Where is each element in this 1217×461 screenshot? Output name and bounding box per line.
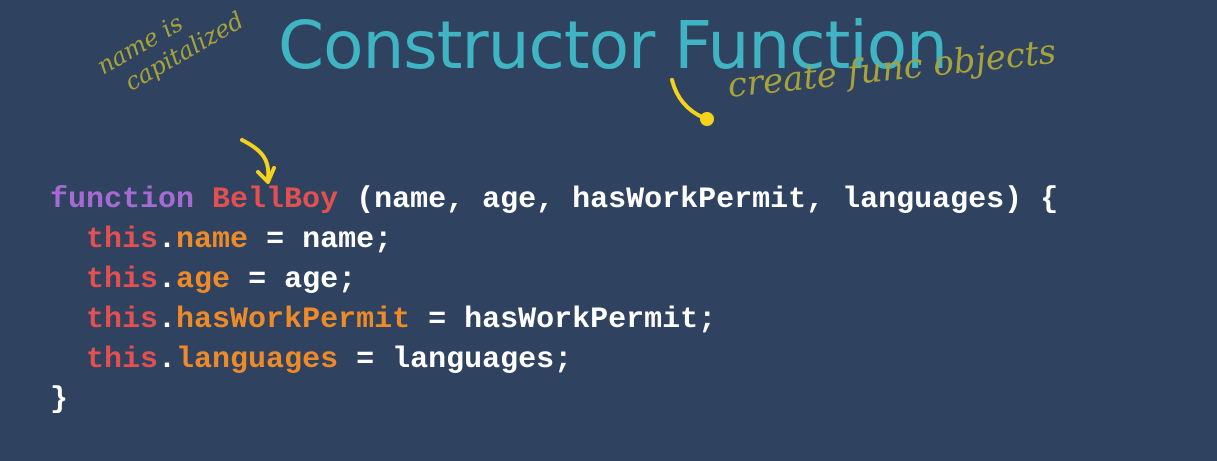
code-line-4: this.hasWorkPermit = hasWorkPermit; bbox=[50, 300, 1058, 340]
pointer-dot-icon bbox=[700, 112, 714, 126]
code-property: age bbox=[176, 263, 231, 297]
code-this: this bbox=[86, 343, 159, 377]
code-line-1: function BellBoy (name, age, hasWorkPerm… bbox=[50, 180, 1058, 220]
code-dot: . bbox=[158, 263, 177, 297]
arrow-to-function-name-icon bbox=[240, 138, 271, 180]
code-this: this bbox=[86, 223, 159, 257]
code-params: (name, age, hasWorkPermit, languages) { bbox=[338, 183, 1059, 217]
code-assignment: = age; bbox=[230, 263, 357, 297]
code-line-3: this.age = age; bbox=[50, 260, 1058, 300]
code-closing-brace: } bbox=[50, 383, 69, 417]
code-property: name bbox=[176, 223, 249, 257]
code-block: function BellBoy (name, age, hasWorkPerm… bbox=[50, 180, 1058, 420]
code-function-name: BellBoy bbox=[212, 183, 339, 217]
code-assignment: = name; bbox=[248, 223, 393, 257]
code-property: hasWorkPermit bbox=[176, 303, 411, 337]
code-this: this bbox=[86, 303, 159, 337]
code-property: languages bbox=[176, 343, 339, 377]
code-assignment: = languages; bbox=[338, 343, 573, 377]
code-assignment: = hasWorkPermit; bbox=[410, 303, 717, 337]
code-dot: . bbox=[158, 303, 177, 337]
code-this: this bbox=[86, 263, 159, 297]
code-line-5: this.languages = languages; bbox=[50, 340, 1058, 380]
code-dot: . bbox=[158, 223, 177, 257]
handwritten-note-name-capitalized: name is capitalized bbox=[92, 0, 248, 104]
code-line-6: } bbox=[50, 380, 1058, 420]
slide: Constructor Function name is capitalized… bbox=[0, 0, 1217, 461]
code-dot: . bbox=[158, 343, 177, 377]
code-keyword: function bbox=[50, 183, 195, 217]
code-line-2: this.name = name; bbox=[50, 220, 1058, 260]
